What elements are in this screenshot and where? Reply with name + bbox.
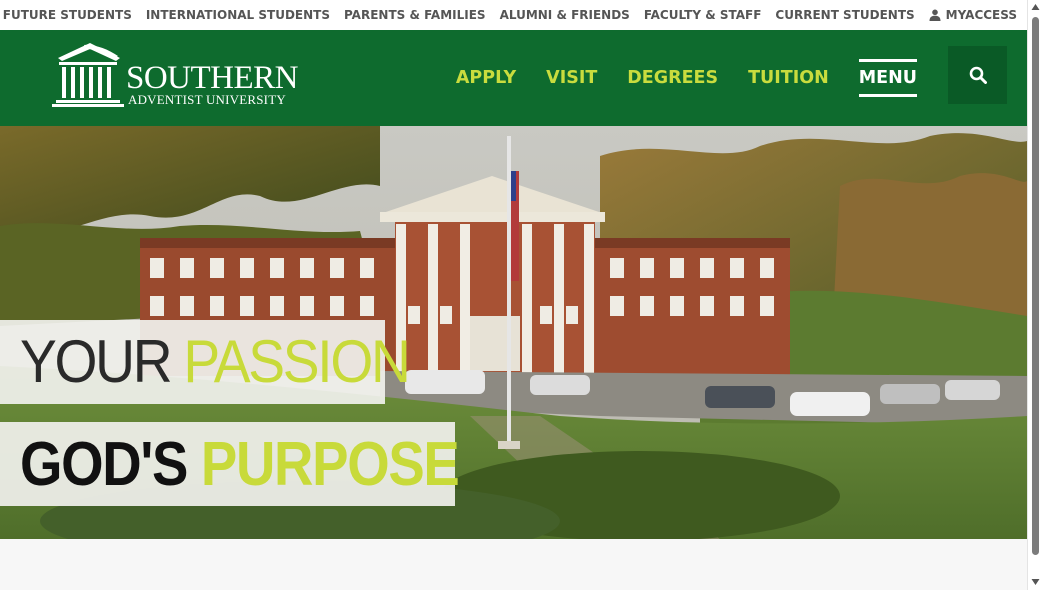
utility-link-parents-families[interactable]: PARENTS & FAMILIES — [344, 8, 486, 22]
nav-degrees[interactable]: DEGREES — [627, 68, 718, 88]
hero-tagline-gods: GOD'S — [20, 430, 188, 499]
hero-tagline-passion: PASSION — [183, 328, 411, 395]
utility-link-alumni-friends[interactable]: ALUMNI & FRIENDS — [500, 8, 630, 22]
hero-tagline-purpose: PURPOSE — [200, 430, 460, 499]
page-scrollbar[interactable] — [1027, 0, 1042, 590]
utility-link-faculty-staff[interactable]: FACULTY & STAFF — [644, 8, 762, 22]
nav-visit[interactable]: VISIT — [546, 68, 597, 88]
menu-button[interactable]: MENU — [858, 59, 917, 97]
hero-tagline-your: YOUR — [20, 328, 173, 395]
search-button[interactable] — [948, 46, 1007, 104]
columns-building-icon — [52, 43, 124, 107]
primary-nav: APPLY VISIT DEGREES TUITION MENU — [456, 30, 917, 126]
page: FUTURE STUDENTS INTERNATIONAL STUDENTS P… — [0, 0, 1042, 590]
utility-bar: FUTURE STUDENTS INTERNATIONAL STUDENTS P… — [0, 0, 1027, 30]
search-icon — [969, 66, 987, 84]
nav-apply[interactable]: APPLY — [456, 68, 516, 88]
hero-banner: YOUR PASSION GOD'S PURPOSE — [0, 126, 1027, 539]
user-icon — [929, 9, 941, 21]
utility-link-international-students[interactable]: INTERNATIONAL STUDENTS — [146, 8, 330, 22]
utility-link-current-students[interactable]: CURRENT STUDENTS — [775, 8, 914, 22]
scroll-up-arrow-icon[interactable] — [1031, 3, 1040, 11]
myaccess-link[interactable]: MYACCESS — [929, 8, 1017, 22]
hero-tagline-line2: GOD'S PURPOSE — [0, 422, 460, 506]
content-area — [0, 539, 1027, 590]
main-header: SOUTHERN ADVENTIST UNIVERSITY APPLY VISI… — [0, 30, 1027, 126]
university-logo[interactable]: SOUTHERN ADVENTIST UNIVERSITY — [50, 42, 320, 112]
scroll-down-arrow-icon[interactable] — [1031, 578, 1040, 586]
nav-tuition[interactable]: TUITION — [748, 68, 829, 88]
hero-tagline-line1: YOUR PASSION — [0, 320, 411, 404]
logo-subtitle: ADVENTIST UNIVERSITY — [128, 92, 286, 107]
utility-link-future-students[interactable]: FUTURE STUDENTS — [3, 8, 132, 22]
myaccess-label: MYACCESS — [945, 8, 1017, 22]
utility-nav: FUTURE STUDENTS INTERNATIONAL STUDENTS P… — [3, 0, 1017, 30]
scrollbar-thumb[interactable] — [1032, 17, 1039, 555]
